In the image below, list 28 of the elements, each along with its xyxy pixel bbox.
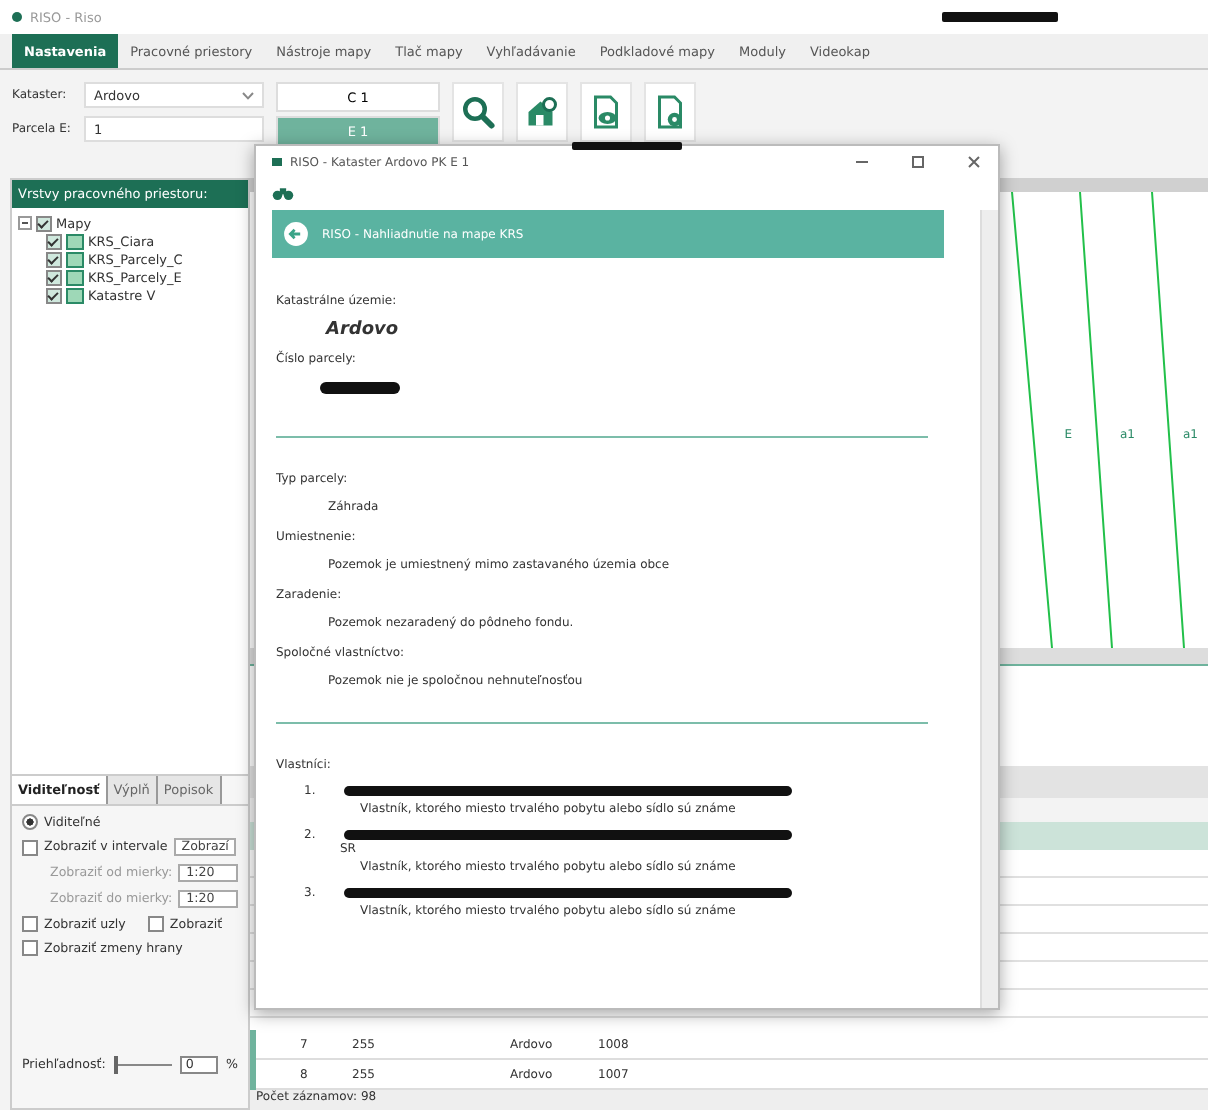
maximize-button[interactable] [910,154,926,170]
caret-icon[interactable] [242,91,254,99]
redaction-bar [320,382,400,394]
collapse-icon[interactable] [18,216,32,230]
checkbox[interactable] [36,215,52,231]
checkbox[interactable] [22,839,38,855]
app-icon [272,158,282,166]
field-value: Ardovo [323,318,401,340]
binoculars-icon[interactable] [272,184,294,202]
scrollbar[interactable] [980,210,998,1008]
checkbox[interactable] [22,940,38,956]
close-button[interactable] [966,154,982,170]
checkbox[interactable] [46,233,62,249]
back-icon[interactable] [282,220,310,248]
checkbox[interactable] [46,251,62,267]
checkbox[interactable] [46,287,62,303]
app-icon [12,12,22,22]
document-eye-icon[interactable] [580,82,632,142]
document-gear-icon[interactable] [644,82,696,142]
radio-button[interactable] [22,814,38,830]
search-icon[interactable] [452,82,504,142]
checkbox[interactable] [46,269,62,285]
checkbox[interactable] [147,916,164,932]
house-search-icon[interactable] [516,82,568,142]
checkbox[interactable] [22,916,38,932]
slider-thumb[interactable] [113,1056,118,1074]
redaction-bar [942,12,1058,22]
redaction-bar [572,142,682,150]
